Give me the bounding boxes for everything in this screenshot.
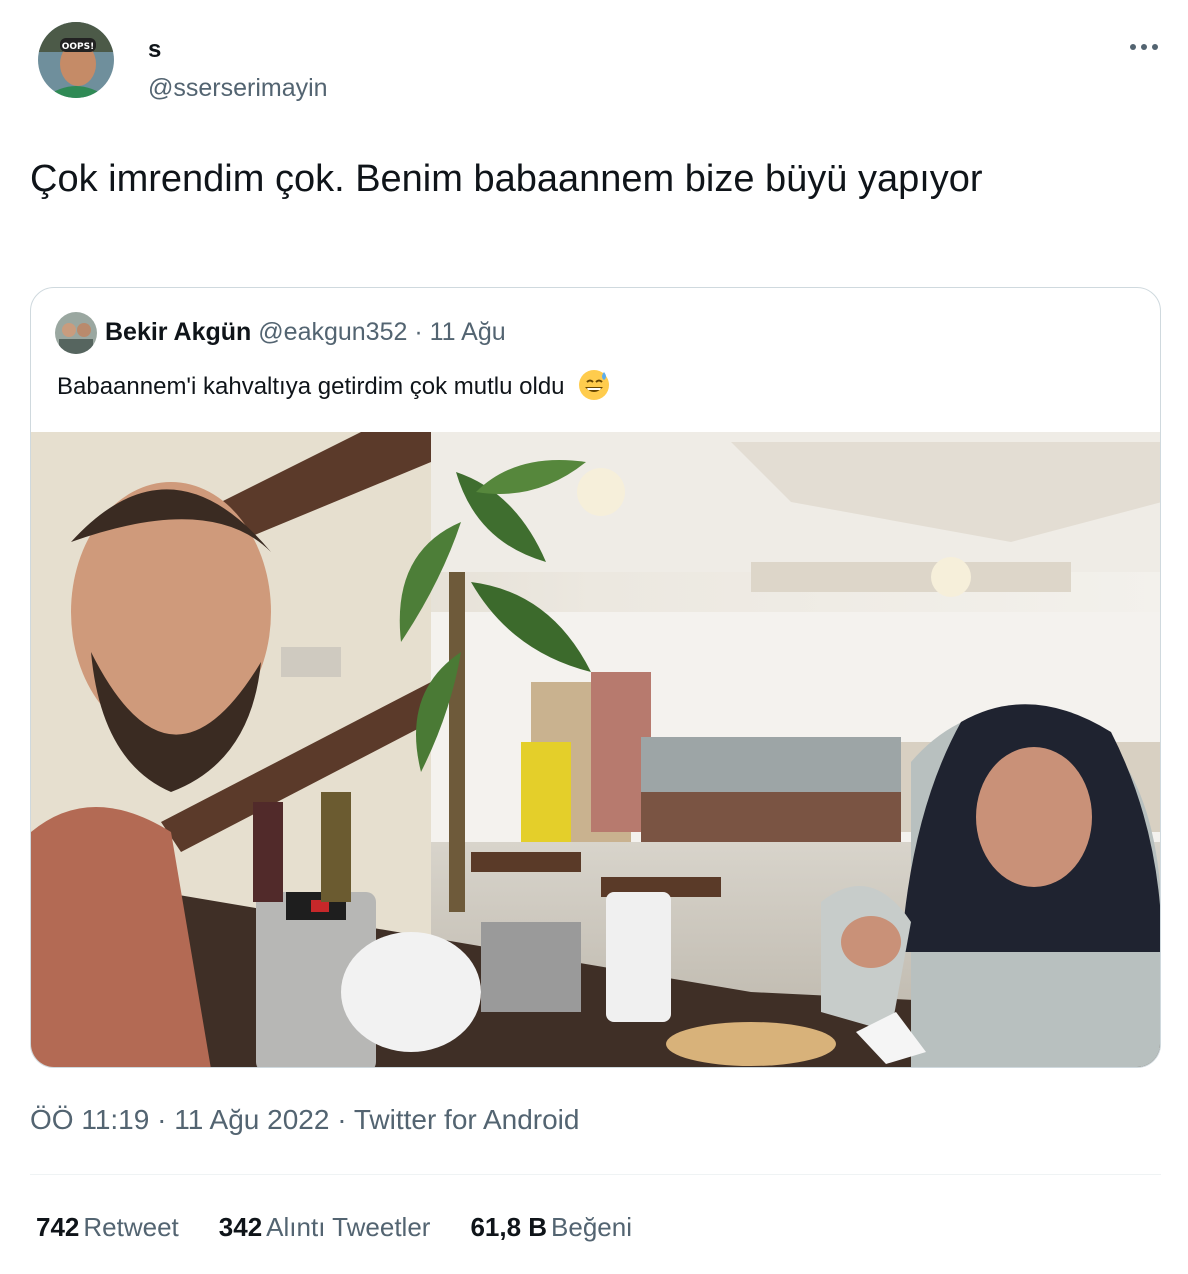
- stat-count: 61,8 B: [470, 1212, 548, 1242]
- tweet-stats: 742 Retweet 342 Alıntı Tweetler 61,8 B Beğe…: [36, 1212, 632, 1243]
- stat-label: Beğeni: [551, 1212, 633, 1242]
- quoted-date[interactable]: 11 Ağu: [430, 318, 506, 346]
- quoted-text-line: Babaannem'i kahvaltıya getirdim çok mutl…: [57, 368, 611, 409]
- grinning-sweat-emoji-icon: [577, 368, 611, 409]
- quoted-header: Bekir Akgün @eakgun352 · 11 Ağu: [105, 318, 506, 347]
- stat-count: 742: [36, 1212, 80, 1242]
- stat-count: 342: [218, 1212, 263, 1242]
- stat-label: Alıntı Tweetler: [266, 1212, 431, 1242]
- stat-label: Retweet: [83, 1212, 179, 1242]
- quote-tweet-count[interactable]: 342 Alıntı Tweetler: [219, 1212, 431, 1243]
- tweet-date[interactable]: 11 Ağu 2022: [174, 1104, 329, 1135]
- quoted-author-avatar[interactable]: [55, 312, 97, 354]
- quoted-user-avatar-icon: [55, 312, 97, 354]
- meta-separator: ·: [337, 1104, 347, 1135]
- svg-text:OOPS!: OOPS!: [62, 42, 94, 52]
- quoted-tweet[interactable]: Bekir Akgün @eakgun352 · 11 Ağu Babaanne…: [30, 287, 1161, 1068]
- user-avatar-icon: OOPS!: [38, 22, 114, 98]
- tweet-meta: ÖÖ 11:19 · 11 Ağu 2022 · Twitter for And…: [30, 1104, 579, 1136]
- quoted-author-name[interactable]: Bekir Akgün: [105, 318, 251, 346]
- tweet-text: Çok imrendim çok. Benim babaannem bize b…: [30, 158, 983, 200]
- like-count[interactable]: 61,8 B Beğeni: [470, 1212, 632, 1243]
- author-avatar[interactable]: OOPS!: [38, 22, 114, 98]
- author-name[interactable]: s: [148, 36, 161, 64]
- breakfast-photo[interactable]: [31, 432, 1160, 1067]
- quoted-separator: ·: [414, 318, 423, 346]
- quoted-author-handle[interactable]: @eakgun352: [258, 318, 407, 346]
- author-handle[interactable]: @sserserimayin: [148, 74, 328, 103]
- divider: [30, 1174, 1161, 1175]
- tweet-time[interactable]: ÖÖ 11:19: [30, 1104, 149, 1135]
- more-horizontal-icon[interactable]: [1124, 32, 1164, 62]
- tweet: OOPS! s @sserserimayin Çok imrendim çok.…: [0, 0, 1188, 1274]
- retweet-count[interactable]: 742 Retweet: [36, 1212, 179, 1243]
- quoted-text: Babaannem'i kahvaltıya getirdim çok mutl…: [57, 373, 565, 400]
- tweet-source[interactable]: Twitter for Android: [354, 1104, 580, 1135]
- meta-separator: ·: [157, 1104, 167, 1135]
